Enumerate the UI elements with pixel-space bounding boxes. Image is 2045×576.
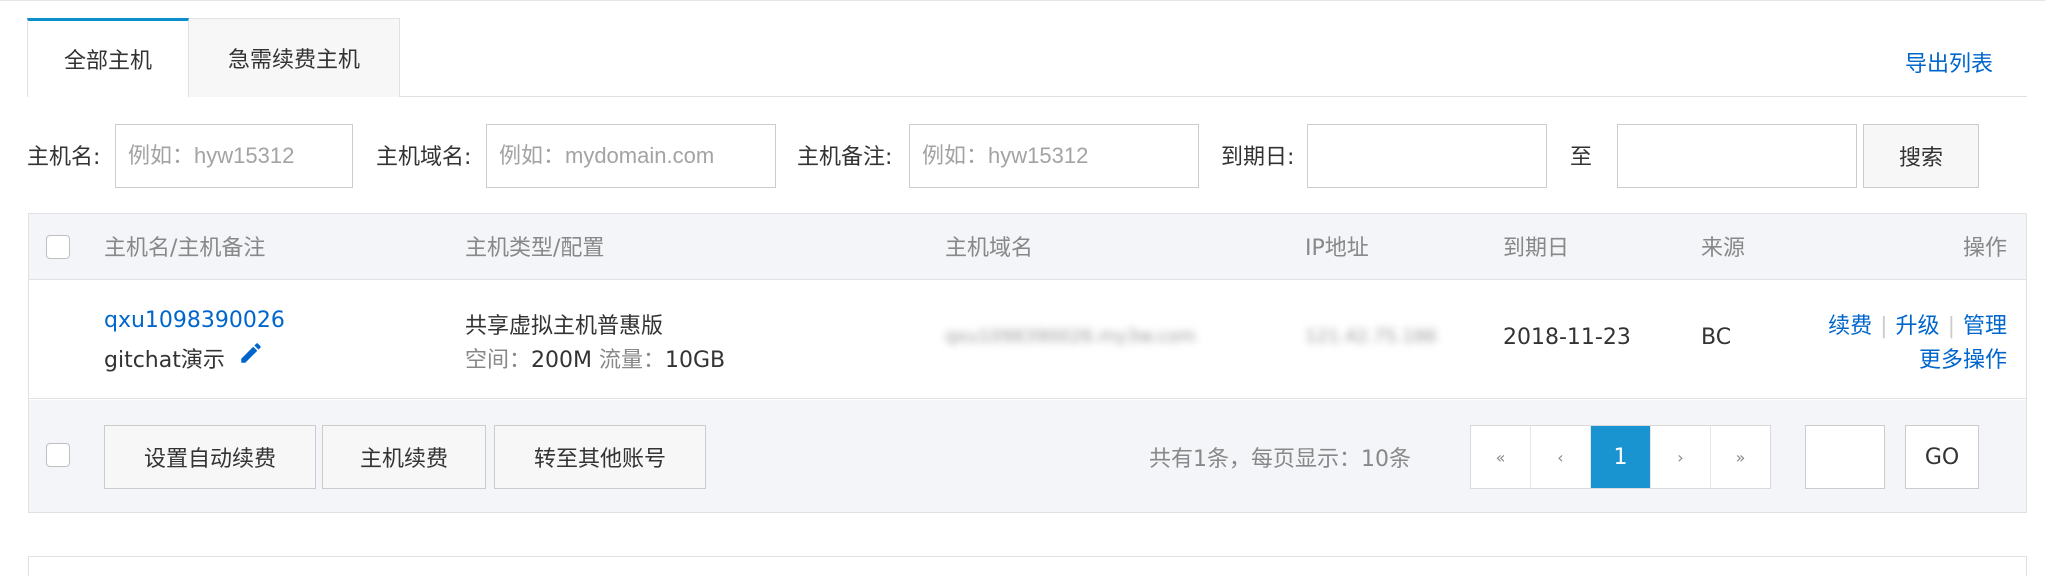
domain-input[interactable] <box>486 124 776 188</box>
expiry-from-input[interactable] <box>1307 124 1547 188</box>
select-all-checkbox[interactable] <box>46 235 70 259</box>
tab-all-hosts[interactable]: 全部主机 <box>27 18 189 97</box>
expiry-to-input[interactable] <box>1617 124 1857 188</box>
column-domain: 主机域名 <box>945 236 1034 261</box>
host-renew-button[interactable]: 主机续费 <box>322 425 486 489</box>
export-list-link[interactable]: 导出列表 <box>1905 46 1993 78</box>
page-1-button[interactable]: 1 <box>1591 426 1651 488</box>
column-expiry: 到期日 <box>1503 236 1570 261</box>
next-page-button[interactable]: › <box>1651 426 1711 488</box>
range-to-label: 至 <box>1570 145 1593 170</box>
page-jump-input[interactable] <box>1805 425 1885 489</box>
note-label: 主机备注: <box>797 145 893 170</box>
top-divider <box>0 0 2045 1</box>
traffic-label: 流量： <box>599 348 666 373</box>
search-button[interactable]: 搜索 <box>1863 124 1979 188</box>
prev-page-button[interactable]: ‹ <box>1531 426 1591 488</box>
host-note: gitchat演示 <box>104 348 225 373</box>
next-panel-edge <box>28 556 2027 576</box>
column-ip: IP地址 <box>1305 236 1369 261</box>
host-config: 空间：200M 流量：10GB <box>465 342 725 374</box>
more-actions-link[interactable]: 更多操作 <box>1919 342 2007 374</box>
upgrade-action[interactable]: 升级 <box>1896 314 1940 339</box>
tab-renew-urgent[interactable]: 急需续费主机 <box>189 18 400 97</box>
host-domain: qxu1098390026.my3w.com <box>945 326 1196 347</box>
host-source: BC <box>1701 325 1732 350</box>
traffic-value: 10GB <box>665 348 726 373</box>
pagination-summary: 共有1条，每页显示：10条 <box>1149 447 1411 472</box>
column-source: 来源 <box>1701 236 1746 261</box>
auto-renew-button[interactable]: 设置自动续费 <box>104 425 316 489</box>
pagination: « ‹ 1 › » <box>1470 425 1771 489</box>
space-value: 200M <box>531 348 592 373</box>
expiry-label: 到期日: <box>1221 145 1295 170</box>
note-input[interactable] <box>909 124 1199 188</box>
domain-label: 主机域名: <box>376 145 472 170</box>
space-label: 空间： <box>465 348 532 373</box>
column-type-config: 主机类型/配置 <box>465 236 605 261</box>
host-ip: 121.42.75.186 <box>1305 326 1437 347</box>
row-actions: 续费 | 升级 | 管理 <box>1828 314 2007 339</box>
host-name-label: 主机名: <box>27 145 101 170</box>
renew-action[interactable]: 续费 <box>1828 314 1872 339</box>
go-button[interactable]: GO <box>1905 425 1979 489</box>
footer-select-checkbox[interactable] <box>46 443 70 467</box>
last-page-button[interactable]: » <box>1711 426 1770 488</box>
host-name-input[interactable] <box>115 124 353 188</box>
column-name-note: 主机名/主机备注 <box>104 236 266 261</box>
pencil-icon[interactable] <box>238 340 264 366</box>
manage-action[interactable]: 管理 <box>1963 314 2007 339</box>
first-page-button[interactable]: « <box>1471 426 1531 488</box>
transfer-account-button[interactable]: 转至其他账号 <box>494 425 706 489</box>
host-type: 共享虚拟主机普惠版 <box>465 314 664 339</box>
host-expiry: 2018-11-23 <box>1503 325 1631 350</box>
host-name-link[interactable]: qxu1098390026 <box>104 308 285 333</box>
column-actions: 操作 <box>1962 236 2007 261</box>
